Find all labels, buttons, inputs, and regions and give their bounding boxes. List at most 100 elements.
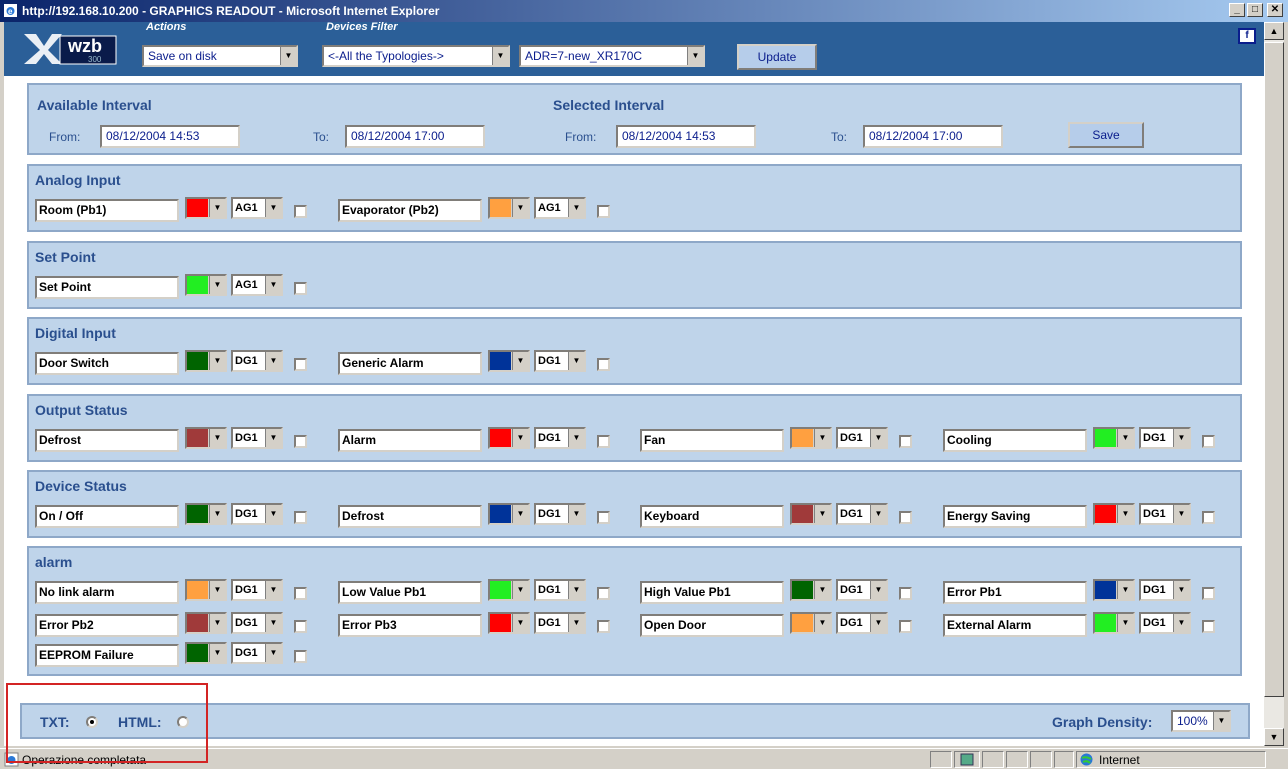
color-select[interactable]: ▼: [185, 350, 227, 372]
dropdown-arrow-icon[interactable]: ▼: [265, 199, 281, 217]
variable-name-field[interactable]: Set Point: [35, 276, 179, 299]
include-checkbox[interactable]: [597, 205, 610, 218]
group-select[interactable]: DG1 ▼: [231, 427, 283, 449]
include-checkbox[interactable]: [294, 205, 307, 218]
minimize-button[interactable]: _: [1229, 3, 1245, 17]
save-button[interactable]: Save: [1068, 122, 1144, 148]
selected-from-field[interactable]: 08/12/2004 14:53: [616, 125, 756, 148]
dropdown-arrow-icon[interactable]: ▼: [209, 614, 225, 632]
color-select[interactable]: ▼: [488, 579, 530, 601]
dropdown-arrow-icon[interactable]: ▼: [265, 644, 281, 662]
actions-select[interactable]: Save on disk ▼: [142, 45, 298, 67]
group-select[interactable]: DG1 ▼: [231, 579, 283, 601]
group-select[interactable]: AG1 ▼: [231, 197, 283, 219]
include-checkbox[interactable]: [899, 435, 912, 448]
include-checkbox[interactable]: [597, 358, 610, 371]
variable-name-field[interactable]: Keyboard: [640, 505, 784, 528]
dropdown-arrow-icon[interactable]: ▼: [568, 429, 584, 447]
color-select[interactable]: ▼: [1093, 427, 1135, 449]
color-select[interactable]: ▼: [185, 503, 227, 525]
dropdown-arrow-icon[interactable]: ▼: [265, 429, 281, 447]
dropdown-arrow-icon[interactable]: ▼: [512, 199, 528, 217]
variable-name-field[interactable]: Error Pb3: [338, 614, 482, 637]
color-select[interactable]: ▼: [185, 579, 227, 601]
include-checkbox[interactable]: [1202, 435, 1215, 448]
dropdown-arrow-icon[interactable]: ▼: [814, 614, 830, 632]
dropdown-arrow-icon[interactable]: ▼: [209, 581, 225, 599]
include-checkbox[interactable]: [899, 620, 912, 633]
group-select[interactable]: DG1 ▼: [1139, 503, 1191, 525]
variable-name-field[interactable]: Defrost: [338, 505, 482, 528]
group-select[interactable]: DG1 ▼: [231, 503, 283, 525]
color-select[interactable]: ▼: [1093, 579, 1135, 601]
dropdown-arrow-icon[interactable]: ▼: [1173, 614, 1189, 632]
include-checkbox[interactable]: [294, 511, 307, 524]
maximize-button[interactable]: □: [1247, 3, 1263, 17]
include-checkbox[interactable]: [1202, 587, 1215, 600]
scroll-up-icon[interactable]: ▲: [1264, 22, 1284, 40]
group-select[interactable]: DG1 ▼: [836, 579, 888, 601]
help-icon[interactable]: f: [1238, 28, 1256, 44]
variable-name-field[interactable]: Door Switch: [35, 352, 179, 375]
include-checkbox[interactable]: [294, 620, 307, 633]
variable-name-field[interactable]: Open Door: [640, 614, 784, 637]
dropdown-arrow-icon[interactable]: ▼: [265, 276, 281, 294]
include-checkbox[interactable]: [597, 620, 610, 633]
variable-name-field[interactable]: Cooling: [943, 429, 1087, 452]
scroll-down-icon[interactable]: ▼: [1264, 728, 1284, 746]
variable-name-field[interactable]: Fan: [640, 429, 784, 452]
dropdown-arrow-icon[interactable]: ▼: [870, 581, 886, 599]
device-select[interactable]: ADR=7-new_XR170C ▼: [519, 45, 705, 67]
include-checkbox[interactable]: [899, 511, 912, 524]
dropdown-arrow-icon[interactable]: ▼: [814, 505, 830, 523]
dropdown-arrow-icon[interactable]: ▼: [209, 505, 225, 523]
dropdown-arrow-icon[interactable]: ▼: [209, 352, 225, 370]
group-select[interactable]: DG1 ▼: [534, 350, 586, 372]
group-select[interactable]: DG1 ▼: [534, 427, 586, 449]
dropdown-arrow-icon[interactable]: ▼: [568, 352, 584, 370]
dropdown-arrow-icon[interactable]: ▼: [568, 505, 584, 523]
color-select[interactable]: ▼: [790, 427, 832, 449]
dropdown-arrow-icon[interactable]: ▼: [492, 47, 508, 65]
group-select[interactable]: DG1 ▼: [534, 503, 586, 525]
dropdown-arrow-icon[interactable]: ▼: [870, 429, 886, 447]
variable-name-field[interactable]: Error Pb2: [35, 614, 179, 637]
available-from-field[interactable]: 08/12/2004 14:53: [100, 125, 240, 148]
group-select[interactable]: AG1 ▼: [231, 274, 283, 296]
dropdown-arrow-icon[interactable]: ▼: [265, 505, 281, 523]
group-select[interactable]: DG1 ▼: [231, 642, 283, 664]
dropdown-arrow-icon[interactable]: ▼: [512, 505, 528, 523]
include-checkbox[interactable]: [899, 587, 912, 600]
color-select[interactable]: ▼: [790, 503, 832, 525]
vertical-scrollbar[interactable]: ▲ ▼: [1264, 22, 1284, 746]
color-select[interactable]: ▼: [790, 579, 832, 601]
variable-name-field[interactable]: Generic Alarm: [338, 352, 482, 375]
color-select[interactable]: ▼: [488, 612, 530, 634]
variable-name-field[interactable]: High Value Pb1: [640, 581, 784, 604]
dropdown-arrow-icon[interactable]: ▼: [568, 581, 584, 599]
dropdown-arrow-icon[interactable]: ▼: [512, 581, 528, 599]
variable-name-field[interactable]: Low Value Pb1: [338, 581, 482, 604]
group-select[interactable]: DG1 ▼: [534, 579, 586, 601]
color-select[interactable]: ▼: [185, 274, 227, 296]
group-select[interactable]: DG1 ▼: [836, 612, 888, 634]
scroll-thumb[interactable]: [1264, 42, 1284, 697]
include-checkbox[interactable]: [597, 435, 610, 448]
variable-name-field[interactable]: Error Pb1: [943, 581, 1087, 604]
color-select[interactable]: ▼: [790, 612, 832, 634]
dropdown-arrow-icon[interactable]: ▼: [209, 199, 225, 217]
dropdown-arrow-icon[interactable]: ▼: [687, 47, 703, 65]
dropdown-arrow-icon[interactable]: ▼: [1117, 614, 1133, 632]
dropdown-arrow-icon[interactable]: ▼: [512, 429, 528, 447]
group-select[interactable]: AG1 ▼: [534, 197, 586, 219]
dropdown-arrow-icon[interactable]: ▼: [1213, 712, 1229, 730]
variable-name-field[interactable]: Evaporator (Pb2): [338, 199, 482, 222]
variable-name-field[interactable]: No link alarm: [35, 581, 179, 604]
group-select[interactable]: DG1 ▼: [836, 427, 888, 449]
color-select[interactable]: ▼: [185, 612, 227, 634]
variable-name-field[interactable]: Energy Saving: [943, 505, 1087, 528]
group-select[interactable]: DG1 ▼: [1139, 427, 1191, 449]
include-checkbox[interactable]: [294, 282, 307, 295]
color-select[interactable]: ▼: [185, 642, 227, 664]
dropdown-arrow-icon[interactable]: ▼: [1117, 429, 1133, 447]
